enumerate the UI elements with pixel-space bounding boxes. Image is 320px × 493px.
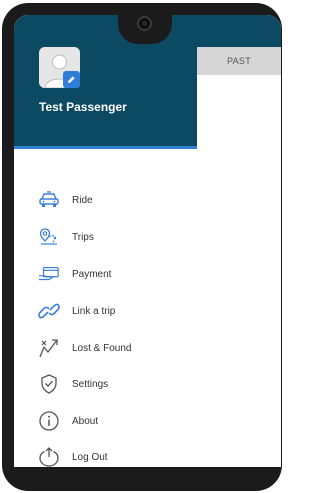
menu-item-label: Lost & Found <box>72 342 132 354</box>
menu-item-log-out[interactable]: Log Out <box>14 442 197 467</box>
menu-item-label: Log Out <box>72 451 108 463</box>
menu-item-settings[interactable]: Settings <box>14 369 197 399</box>
pencil-icon <box>67 76 75 84</box>
payment-card-icon <box>38 263 60 285</box>
edit-avatar-button[interactable] <box>63 71 80 88</box>
car-icon <box>38 189 60 211</box>
menu-item-lost-and-found[interactable]: Lost & Found <box>14 333 197 363</box>
map-pin-icon <box>38 226 60 248</box>
menu-item-label: Payment <box>72 268 112 280</box>
drawer-header: Test Passenger <box>14 15 197 149</box>
menu-item-trips[interactable]: Trips <box>14 222 197 252</box>
device-frame: PAST Test Passenger Ride Trips Payment L… <box>2 3 282 491</box>
power-icon <box>38 446 60 467</box>
tab-past[interactable]: PAST <box>197 47 281 75</box>
menu-item-payment[interactable]: Payment <box>14 259 197 289</box>
lost-found-icon <box>38 337 60 359</box>
app-screen: PAST Test Passenger Ride Trips Payment L… <box>14 15 281 467</box>
link-icon <box>38 300 60 322</box>
menu-item-label: About <box>72 415 99 427</box>
menu-item-ride[interactable]: Ride <box>14 185 197 215</box>
menu-item-label: Trips <box>72 231 94 243</box>
front-camera <box>137 16 152 31</box>
menu-item-about[interactable]: About <box>14 406 197 436</box>
info-icon <box>38 410 60 432</box>
menu-item-link-a-trip[interactable]: Link a trip <box>14 296 197 326</box>
menu-item-label: Settings <box>72 378 109 390</box>
shield-icon <box>38 373 60 395</box>
menu-item-label: Link a trip <box>72 305 116 317</box>
navigation-drawer: Test Passenger Ride Trips Payment Link a… <box>14 15 197 467</box>
user-name: Test Passenger <box>39 100 127 114</box>
menu-item-label: Ride <box>72 194 93 206</box>
